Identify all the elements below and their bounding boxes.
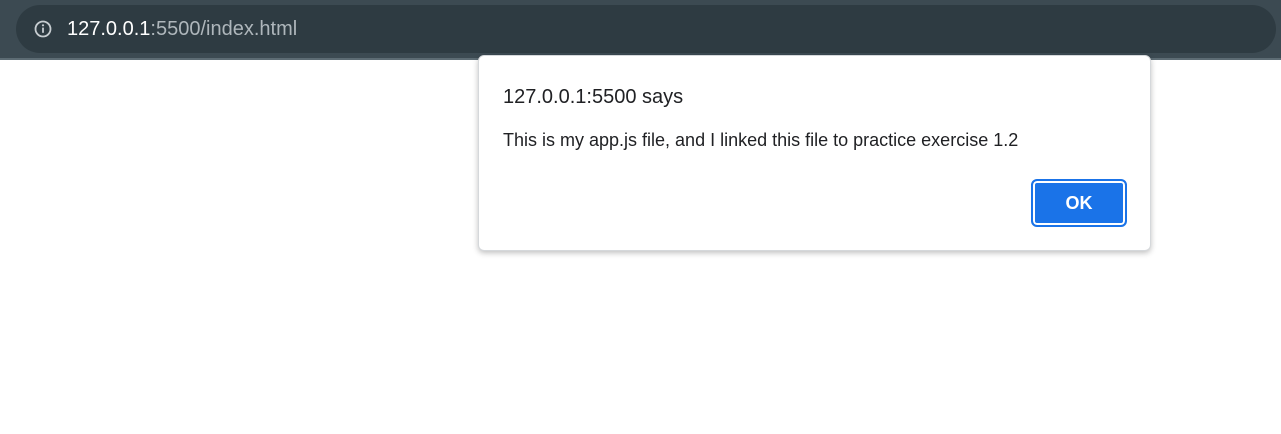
url-text[interactable]: 127.0.0.1:5500/index.html xyxy=(67,17,297,41)
alert-dialog: 127.0.0.1:5500 says This is my app.js fi… xyxy=(478,55,1151,251)
address-bar[interactable]: 127.0.0.1:5500/index.html xyxy=(16,5,1276,53)
alert-message: This is my app.js file, and I linked thi… xyxy=(503,130,1019,150)
ok-button[interactable]: OK xyxy=(1031,179,1127,227)
info-icon[interactable] xyxy=(34,20,52,38)
browser-toolbar: 127.0.0.1:5500/index.html xyxy=(0,0,1281,60)
url-host: 127.0.0.1 xyxy=(67,18,151,40)
alert-title: 127.0.0.1:5500 says xyxy=(503,86,684,108)
url-path: :5500/index.html xyxy=(150,18,298,40)
